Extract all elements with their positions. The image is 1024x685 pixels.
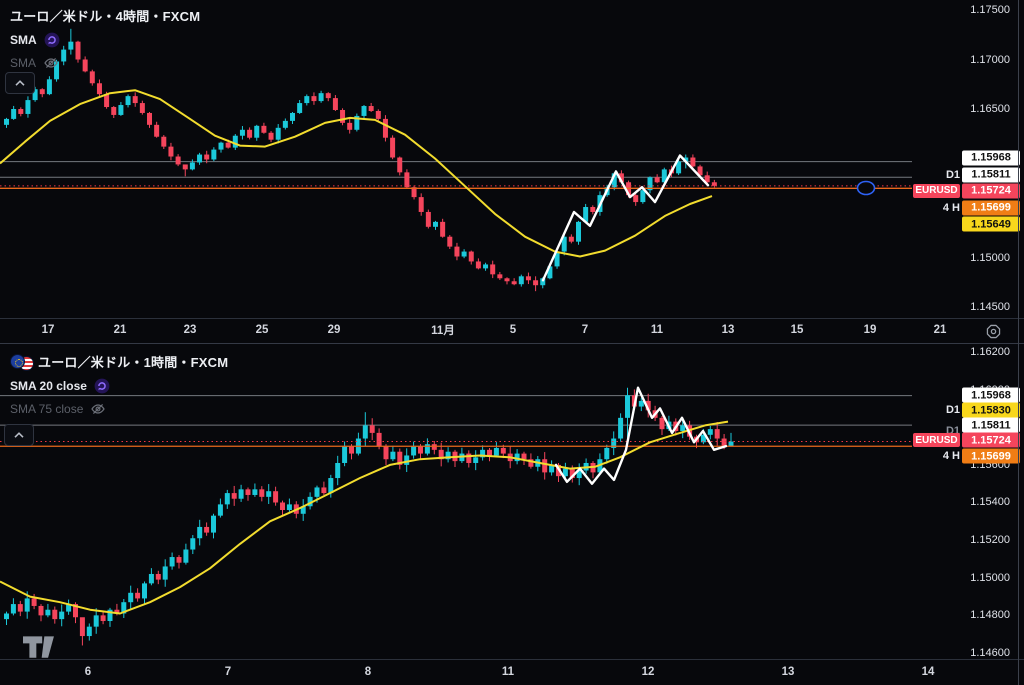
price-axis-1h[interactable] xyxy=(912,343,1018,659)
indicator-label: SMA 20 close xyxy=(10,379,87,393)
time-tick-label: 14 xyxy=(921,666,935,678)
tradingview-multichart: 1.175001.170001.165001.160001.155001.150… xyxy=(0,0,1024,685)
collapse-pane-button[interactable] xyxy=(4,424,34,446)
indicator-row-sma75[interactable]: SMA 75 close xyxy=(10,401,228,417)
axis-settings-gear-icon[interactable] xyxy=(982,321,1004,341)
collapse-pane-button[interactable] xyxy=(5,72,35,94)
indicator-label: SMA 75 close xyxy=(10,402,84,416)
eye-off-icon[interactable] xyxy=(90,401,106,417)
time-axis-4h[interactable] xyxy=(0,319,912,343)
indicator-label: SMA xyxy=(10,33,37,47)
price-axis-4h[interactable] xyxy=(912,0,1018,318)
line-drag-handle[interactable] xyxy=(856,180,876,196)
pane-legend-4h: ユーロ／米ドル・4時間・FXCM SMA SMA xyxy=(10,6,200,71)
time-tick-label: 21 xyxy=(933,324,947,336)
eye-off-icon[interactable] xyxy=(43,55,59,71)
indicator-row-sma20[interactable]: SMA 20 close xyxy=(10,378,228,394)
symbol-title-4h[interactable]: ユーロ／米ドル・4時間・FXCM xyxy=(10,6,200,25)
symbol-title-1h[interactable]: ユーロ／米ドル・1時間・FXCM xyxy=(38,352,228,371)
indicator-row-sma[interactable]: SMA xyxy=(10,32,200,48)
refresh-loading-icon[interactable] xyxy=(44,32,60,48)
eurusd-flags-icon xyxy=(10,354,34,371)
time-axis-1h[interactable] xyxy=(0,660,912,685)
indicator-row-sma-hidden[interactable]: SMA xyxy=(10,55,200,71)
indicator-label: SMA xyxy=(10,56,37,70)
refresh-loading-icon[interactable] xyxy=(94,378,110,394)
pane-legend-1h: ユーロ／米ドル・1時間・FXCM SMA 20 close SMA 75 clo… xyxy=(10,352,228,417)
price-axis-border xyxy=(1018,0,1019,685)
pane-separator[interactable] xyxy=(0,343,1024,344)
